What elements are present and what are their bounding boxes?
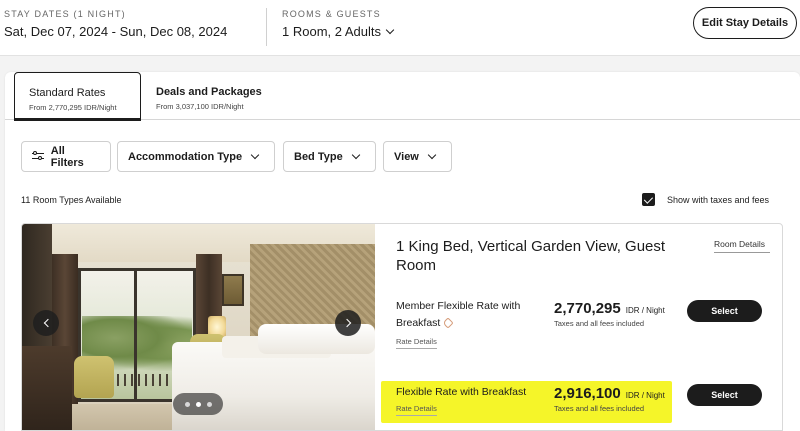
carousel-dot[interactable] (195, 401, 201, 407)
chevron-left-icon (43, 318, 52, 328)
rooms-guests-label: ROOMS & GUESTS (282, 9, 381, 19)
tag-icon (442, 317, 455, 329)
accommodation-type-dropdown[interactable]: Accommodation Type (117, 141, 275, 172)
room-title: 1 King Bed, Vertical Garden View, Guest … (396, 238, 666, 274)
carousel-dots[interactable] (173, 393, 223, 415)
all-filters-label: All Filters (50, 144, 84, 169)
bed-type-dropdown[interactable]: Bed Type (283, 141, 376, 172)
bed-type-label: Bed Type (294, 150, 343, 163)
rooms-guests-block[interactable]: ROOMS & GUESTS 1 Room, 2 Adults (282, 9, 395, 39)
rate-name: Flexible Rate with Breakfast (396, 386, 527, 398)
rates-panel: Standard Rates From 2,770,295 IDR/Night … (5, 72, 800, 431)
room-photo[interactable] (22, 224, 375, 430)
tab-deals-packages[interactable]: Deals and Packages From 3,037,100 IDR/Ni… (142, 72, 292, 120)
rate-price: 2,916,100 IDR / Night Taxes and all fees… (554, 385, 665, 413)
tab-title: Standard Rates (29, 87, 106, 99)
select-rate-button[interactable]: Select (687, 384, 762, 406)
room-details-link[interactable]: Room Details (714, 239, 770, 253)
checkmark-icon[interactable] (642, 193, 655, 206)
tab-subtitle: From 3,037,100 IDR/Night (156, 102, 244, 111)
carousel-dot[interactable] (206, 401, 212, 407)
taxes-toggle-label: Show with taxes and fees (667, 194, 770, 205)
stay-summary-bar: STAY DATES (1 NIGHT) Sat, Dec 07, 2024 -… (0, 0, 800, 56)
rate-details-link[interactable]: Rate Details (396, 404, 437, 416)
chevron-right-icon (342, 318, 351, 328)
tab-standard-rates[interactable]: Standard Rates From 2,770,295 IDR/Night (14, 72, 141, 121)
view-label: View (394, 150, 419, 163)
stay-dates-block[interactable]: STAY DATES (1 NIGHT) Sat, Dec 07, 2024 -… (4, 9, 227, 39)
topbar-divider (266, 8, 267, 46)
price-value: 2,916,100 (554, 385, 621, 402)
price-unit: IDR / Night (625, 306, 665, 315)
all-filters-button[interactable]: All Filters (21, 141, 111, 172)
chevron-down-icon (351, 150, 360, 159)
room-types-count: 11 Room Types Available (21, 195, 122, 205)
stay-dates-label: STAY DATES (1 NIGHT) (4, 9, 126, 19)
tab-title: Deals and Packages (156, 86, 262, 98)
price-value: 2,770,295 (554, 300, 621, 317)
carousel-next-button[interactable] (335, 310, 361, 336)
chevron-down-icon (250, 150, 260, 159)
rate-name: Member Flexible Rate with Breakfast (396, 300, 521, 329)
carousel-dot[interactable] (184, 401, 190, 407)
view-dropdown[interactable]: View (383, 141, 452, 172)
room-card: 1 King Bed, Vertical Garden View, Guest … (21, 223, 783, 431)
taxes-toggle[interactable]: Show with taxes and fees (642, 193, 769, 206)
rate-details-link[interactable]: Rate Details (396, 337, 437, 349)
chevron-down-icon (427, 150, 437, 159)
select-rate-button[interactable]: Select (687, 300, 762, 322)
chevron-down-icon (385, 25, 395, 34)
sliders-icon (32, 151, 44, 162)
rate-tabs: Standard Rates From 2,770,295 IDR/Night … (5, 72, 800, 121)
carousel-prev-button[interactable] (33, 310, 59, 336)
tab-subtitle: From 2,770,295 IDR/Night (29, 103, 117, 112)
accommodation-type-label: Accommodation Type (128, 150, 243, 163)
price-note: Taxes and all fees included (554, 404, 645, 413)
rooms-guests-value: 1 Room, 2 Adults (282, 24, 381, 39)
edit-stay-details-button[interactable]: Edit Stay Details (693, 7, 797, 39)
stay-dates-value: Sat, Dec 07, 2024 - Sun, Dec 08, 2024 (4, 24, 228, 39)
price-unit: IDR / Night (625, 391, 665, 400)
rate-price: 2,770,295 IDR / Night Taxes and all fees… (554, 300, 665, 328)
rooms-guests-dropdown[interactable]: 1 Room, 2 Adults (282, 24, 395, 39)
price-note: Taxes and all fees included (554, 319, 645, 328)
